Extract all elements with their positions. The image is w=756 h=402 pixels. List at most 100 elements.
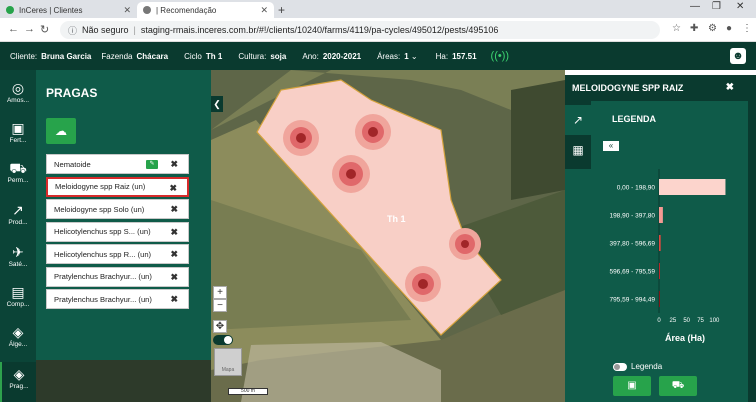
zoom-out-button[interactable]: −: [213, 299, 227, 312]
collapse-legend-icon[interactable]: «: [603, 141, 619, 151]
left-rail: ◎ Amos... ▣ Fert... ⛟ Perm... ↗ Prod... ✈ Sat…: [0, 70, 36, 402]
crop-field: Cultura: soja: [238, 51, 287, 61]
inceres-favicon-icon: [6, 6, 14, 14]
map-canvas: Th 1: [211, 70, 565, 402]
zoom-in-button[interactable]: +: [213, 286, 227, 299]
compare-icon: ▤: [11, 284, 25, 300]
remove-icon[interactable]: ✖: [170, 159, 178, 170]
paint-roller-icon: ▦: [572, 143, 584, 157]
tab-title: InCeres | Clientes: [19, 5, 83, 15]
rail-item-permission[interactable]: ⛟ Perm...: [0, 156, 36, 196]
close-tab-icon[interactable]: ✕: [123, 5, 131, 16]
category-label: 198,90 - 397,80: [609, 213, 655, 220]
pest-item-pratylenchus-1[interactable]: Pratylenchus Brachyur... (un) ✖: [46, 266, 189, 287]
x-tick-label: 50: [683, 318, 690, 324]
histogram-bar: [659, 235, 661, 251]
rail-item-production[interactable]: ↗ Prod...: [0, 198, 36, 238]
back-icon[interactable]: ←: [8, 23, 19, 35]
cycle-field: Ciclo Th 1: [184, 51, 223, 61]
pest-item-meloidogyne-raiz[interactable]: Meloidogyne spp Raiz (un) ✖: [46, 176, 189, 197]
separator: |: [133, 25, 136, 35]
tab-title: | Recomendação: [156, 5, 217, 15]
rail-item-satellite[interactable]: ✈ Saté...: [0, 240, 36, 280]
legend-heading: LEGENDA: [612, 114, 657, 124]
tab-paint[interactable]: ▦: [565, 135, 591, 165]
fullscreen-button[interactable]: ✥: [213, 320, 227, 333]
legend-panel-title: MELOIDOGYNE SPP RAIZ: [572, 83, 684, 93]
star-icon[interactable]: ☆: [672, 23, 681, 34]
layer-toggle[interactable]: [213, 335, 233, 345]
farm-field: Fazenda Chácara: [101, 51, 169, 61]
reload-icon[interactable]: ↻: [40, 23, 49, 36]
toggle-switch[interactable]: [613, 362, 627, 371]
histogram-bar: [659, 263, 660, 279]
remove-icon[interactable]: ✖: [170, 249, 178, 260]
export-button[interactable]: ⛟: [659, 376, 697, 396]
maximize-icon[interactable]: ❐: [712, 1, 721, 12]
url-field[interactable]: ⓘ Não seguro | staging-rmais.inceres.com…: [60, 21, 660, 39]
rail-item-sampling[interactable]: ◎ Amos...: [0, 76, 36, 116]
histogram-bar: [659, 207, 663, 223]
legend-toggle[interactable]: Legenda: [613, 362, 662, 371]
histogram-bar: [659, 179, 726, 195]
rail-item-algebra[interactable]: ◈ Álge...: [0, 320, 36, 360]
remove-icon[interactable]: ✖: [170, 204, 178, 215]
scale-bar: 500 m: [228, 388, 268, 395]
pest-item-meloidogyne-solo[interactable]: Meloidogyne spp Solo (un) ✖: [46, 199, 189, 219]
satellite-icon: ✈: [12, 244, 24, 260]
not-secure-icon: ⓘ: [68, 25, 78, 36]
collapse-left-panel-icon[interactable]: ❮: [211, 96, 223, 112]
rail-item-compare[interactable]: ▤ Comp...: [0, 280, 36, 320]
x-tick-label: 0: [657, 318, 661, 324]
remove-icon[interactable]: ✖: [170, 272, 178, 283]
x-tick-label: 100: [709, 318, 720, 324]
rail-item-pests[interactable]: ◈ Prag...: [0, 362, 36, 402]
address-bar: ← → ↻ ⓘ Não seguro | staging-rmais.incer…: [0, 18, 756, 42]
edit-badge-icon[interactable]: ✎: [146, 160, 158, 169]
profile-icon[interactable]: ●: [726, 23, 732, 34]
pest-item-helicotylenchus-r[interactable]: Helicotylenchus spp R... (un) ✖: [46, 244, 189, 264]
user-avatar-icon[interactable]: ☻: [730, 48, 746, 64]
x-tick-label: 25: [670, 318, 677, 324]
pests-panel: PRAGAS ☁ Nematoide ✎ ✖ Meloidogyne spp Rai…: [36, 70, 211, 360]
close-window-icon[interactable]: ✕: [736, 1, 744, 12]
fertilizer-icon: ▣: [11, 120, 25, 136]
pest-item-pratylenchus-2[interactable]: Pratylenchus Brachyur... (un) ✖: [46, 289, 189, 309]
area-histogram: 0,00 - 198,90 198,90 - 397,80 397,80 - 596…: [609, 169, 726, 343]
forward-icon[interactable]: →: [24, 23, 35, 35]
rail-item-fertilizer[interactable]: ▣ Fert...: [0, 116, 36, 156]
remove-icon[interactable]: ✖: [169, 183, 177, 194]
chevron-down-icon: ⌄: [408, 51, 418, 61]
extensions-puzzle-icon[interactable]: ⚙: [708, 23, 717, 34]
production-chart-icon: ↗: [12, 202, 24, 218]
minimize-icon[interactable]: —: [690, 1, 700, 12]
remove-icon[interactable]: ✖: [170, 227, 178, 238]
category-label: 0,00 - 198,90: [617, 185, 656, 192]
remove-icon[interactable]: ✖: [170, 294, 178, 305]
pests-layers-icon: ◈: [13, 366, 25, 382]
upload-button[interactable]: ☁: [46, 118, 76, 144]
legend-panel: MELOIDOGYNE SPP RAIZ ✖ ↗ ▦ LEGENDA « 0,0…: [565, 75, 756, 402]
globe-favicon-icon: [143, 6, 151, 14]
save-icon: ▣: [627, 380, 637, 391]
save-button[interactable]: ▣: [613, 376, 651, 396]
pest-item-nematoide[interactable]: Nematoide ✎ ✖: [46, 154, 189, 174]
url-text: staging-rmais.inceres.com.br/#!/clients/…: [140, 25, 499, 35]
basemap-thumbnail[interactable]: Mapa: [214, 348, 242, 376]
browser-tab-clients[interactable]: InCeres | Clientes ✕: [0, 2, 137, 18]
x-axis-label: Área (Ha): [665, 333, 705, 343]
close-panel-icon[interactable]: ✖: [726, 82, 734, 93]
cloud-upload-icon: ☁: [55, 124, 67, 138]
close-tab-icon[interactable]: ✕: [260, 5, 268, 16]
menu-icon[interactable]: ⋮: [742, 23, 752, 34]
pest-item-helicotylenchus-s[interactable]: Helicotylenchus spp S... (un) ✖: [46, 221, 189, 242]
areas-dropdown[interactable]: Áreas: 1 ⌄: [377, 52, 418, 61]
map-strip: [36, 360, 211, 402]
browser-tab-recommendation[interactable]: | Recomendação ✕: [137, 2, 274, 18]
permission-icon: ⛟: [9, 160, 27, 176]
extension-icon[interactable]: ✚: [690, 23, 698, 34]
map-view[interactable]: Th 1: [211, 70, 565, 402]
wifi-icon: ((•)): [490, 50, 510, 62]
new-tab-icon[interactable]: +: [278, 3, 285, 17]
tab-chart[interactable]: ↗: [565, 105, 591, 135]
